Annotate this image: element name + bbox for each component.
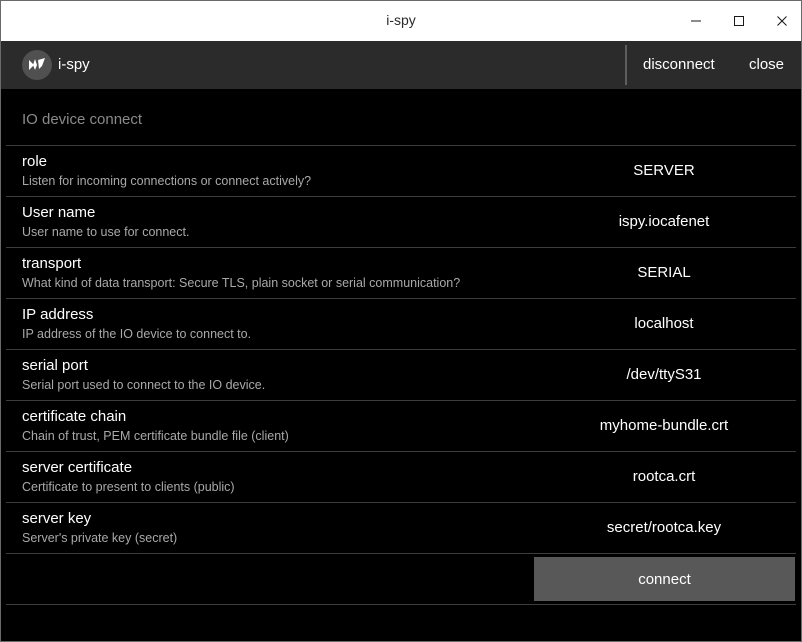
app-window: i-spy i-spy disconnect close IO device c… — [0, 0, 802, 642]
setting-label: role — [22, 153, 48, 170]
setting-row-transport[interactable]: transport What kind of data transport: S… — [6, 247, 796, 298]
setting-value[interactable]: rootca.crt — [534, 468, 794, 485]
settings-panel: IO device connect role Listen for incomi… — [0, 89, 802, 642]
maximize-button[interactable] — [718, 1, 760, 41]
setting-row-server-key[interactable]: server key Server's private key (secret)… — [6, 502, 796, 553]
close-button[interactable]: close — [749, 56, 784, 73]
setting-row-certificate-chain[interactable]: certificate chain Chain of trust, PEM ce… — [6, 400, 796, 451]
disconnect-button[interactable]: disconnect — [643, 56, 715, 73]
setting-label: server certificate — [22, 459, 133, 476]
minimize-button[interactable] — [675, 1, 717, 41]
setting-description: Certificate to present to clients (publi… — [22, 480, 235, 494]
kivy-logo-icon[interactable] — [22, 50, 52, 80]
setting-value[interactable]: SERVER — [534, 162, 794, 179]
setting-row-ip-address[interactable]: IP address IP address of the IO device t… — [6, 298, 796, 349]
setting-description: User name to use for connect. — [22, 225, 190, 239]
setting-description: IP address of the IO device to connect t… — [22, 327, 252, 341]
setting-label: transport — [22, 255, 82, 272]
settings-list: role Listen for incoming connections or … — [6, 145, 796, 605]
window-close-button[interactable] — [761, 1, 802, 41]
setting-value[interactable]: secret/rootca.key — [534, 519, 794, 536]
setting-row-server-certificate[interactable]: server certificate Certificate to presen… — [6, 451, 796, 502]
setting-value[interactable]: myhome-bundle.crt — [534, 417, 794, 434]
setting-label: IP address — [22, 306, 94, 323]
setting-description: Server's private key (secret) — [22, 531, 178, 545]
action-bar-separator — [625, 45, 627, 85]
title-bar[interactable]: i-spy — [0, 0, 802, 41]
setting-row-serial-port[interactable]: serial port Serial port used to connect … — [6, 349, 796, 400]
setting-value[interactable]: /dev/ttyS31 — [534, 366, 794, 383]
app-name: i-spy — [58, 56, 90, 73]
setting-description: Serial port used to connect to the IO de… — [22, 378, 266, 392]
setting-label: User name — [22, 204, 96, 221]
setting-label: certificate chain — [22, 408, 127, 425]
setting-description: Listen for incoming connections or conne… — [22, 174, 312, 188]
setting-value[interactable]: localhost — [534, 315, 794, 332]
minimize-icon — [691, 20, 701, 22]
setting-row-role[interactable]: role Listen for incoming connections or … — [6, 145, 796, 196]
setting-value[interactable]: SERIAL — [534, 264, 794, 281]
connect-button[interactable]: connect — [534, 557, 795, 601]
maximize-icon — [734, 16, 744, 26]
setting-description: What kind of data transport: Secure TLS,… — [22, 276, 461, 290]
setting-value[interactable]: ispy.iocafenet — [534, 213, 794, 230]
setting-label: serial port — [22, 357, 88, 374]
setting-row-user-name[interactable]: User name User name to use for connect. … — [6, 196, 796, 247]
section-title: IO device connect — [22, 111, 143, 128]
setting-label: server key — [22, 510, 92, 527]
setting-description: Chain of trust, PEM certificate bundle f… — [22, 429, 289, 443]
close-icon — [777, 16, 787, 26]
action-bar: i-spy disconnect close — [0, 41, 802, 89]
footer-row: connect — [6, 553, 796, 605]
